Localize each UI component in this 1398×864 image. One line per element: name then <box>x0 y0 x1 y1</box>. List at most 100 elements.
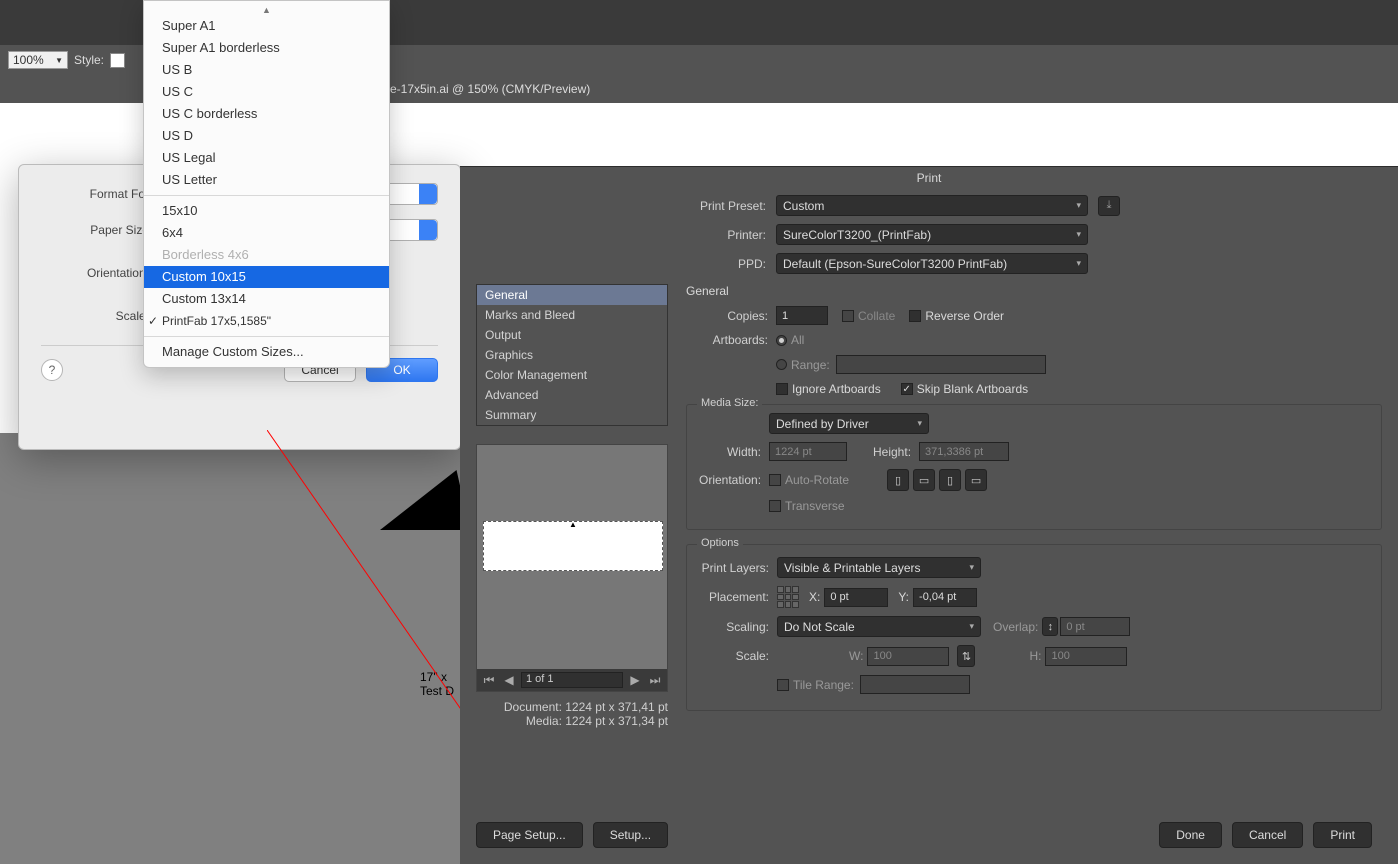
page-setup-button[interactable]: Page Setup... <box>476 822 583 848</box>
ppd-label: PPD: <box>476 257 776 271</box>
height-label: Height: <box>873 445 919 459</box>
print-preview: ⏮ ◀ 1 of 1 ▶ ⏭ <box>476 444 668 692</box>
sidebar-item-advanced[interactable]: Advanced <box>477 385 667 405</box>
print-layers-select[interactable]: Visible & Printable Layers <box>777 557 981 578</box>
style-label: Style: <box>74 53 104 67</box>
zoom-select[interactable]: 100%▼ <box>8 51 68 69</box>
save-preset-icon[interactable]: ⤓ <box>1098 196 1120 216</box>
overlap-input <box>1060 617 1130 636</box>
menu-item[interactable]: US Legal <box>144 147 389 169</box>
menu-item[interactable]: 15x10 <box>144 200 389 222</box>
menu-item[interactable]: Super A1 <box>144 15 389 37</box>
media-dimensions: Media: 1224 pt x 371,34 pt <box>476 714 668 728</box>
artboards-label: Artboards: <box>686 333 776 347</box>
manage-custom-sizes[interactable]: Manage Custom Sizes... <box>144 341 389 363</box>
pager-next-icon[interactable]: ▶ <box>627 672 643 688</box>
scale-pct-label: Scale: <box>699 649 777 663</box>
help-button[interactable]: ? <box>41 359 63 381</box>
orient-landscape-icon[interactable]: ▭ <box>913 469 935 491</box>
printer-label: Printer: <box>476 228 776 242</box>
print-section-list: General Marks and Bleed Output Graphics … <box>476 284 668 426</box>
menu-item-selected[interactable]: Custom 10x15 <box>144 266 389 288</box>
tile-range-label: Tile Range: <box>793 678 854 692</box>
skip-blank-label: Skip Blank Artboards <box>917 382 1028 396</box>
range-input <box>836 355 1046 374</box>
placement-y-label: Y: <box>898 590 909 604</box>
artwork-text: 17" x Test D <box>420 670 454 698</box>
menu-item-checked[interactable]: ✓PrintFab 17x5,1585" <box>144 310 389 332</box>
link-wh-icon[interactable]: ⇅ <box>957 645 975 667</box>
sidebar-item-marks[interactable]: Marks and Bleed <box>477 305 667 325</box>
menu-item[interactable]: US B <box>144 59 389 81</box>
auto-rotate-checkbox <box>769 474 781 486</box>
print-preset-label: Print Preset: <box>476 199 776 213</box>
print-dialog: Print Print Preset: Custom ⤓ Printer: Su… <box>460 166 1398 864</box>
placement-grid[interactable] <box>777 586 799 608</box>
menu-item[interactable]: 6x4 <box>144 222 389 244</box>
auto-rotate-label: Auto-Rotate <box>785 473 849 487</box>
printer-select[interactable]: SureColorT3200_(PrintFab) <box>776 224 1088 245</box>
print-layers-label: Print Layers: <box>699 561 777 575</box>
document-dimensions: Document: 1224 pt x 371,41 pt <box>476 700 668 714</box>
done-button[interactable]: Done <box>1159 822 1222 848</box>
artboards-all-label: All <box>791 333 804 347</box>
orient-landscape-rev-icon[interactable]: ▭ <box>965 469 987 491</box>
menu-scroll-up-icon[interactable]: ▲ <box>144 5 389 15</box>
media-size-select[interactable]: Defined by Driver <box>769 413 929 434</box>
media-size-legend: Media Size: <box>697 397 762 409</box>
placement-x-input[interactable] <box>824 588 888 607</box>
skip-blank-checkbox[interactable]: ✓ <box>901 383 913 395</box>
setup-button[interactable]: Setup... <box>593 822 668 848</box>
media-orientation-label: Orientation: <box>699 473 769 487</box>
menu-item-disabled: Borderless 4x6 <box>144 244 389 266</box>
sidebar-item-color[interactable]: Color Management <box>477 365 667 385</box>
ignore-artboards-checkbox[interactable] <box>776 383 788 395</box>
menu-item[interactable]: US C <box>144 81 389 103</box>
menu-item[interactable]: Custom 13x14 <box>144 288 389 310</box>
width-input <box>769 442 847 461</box>
orient-portrait-icon[interactable]: ▯ <box>887 469 909 491</box>
orient-portrait-rev-icon[interactable]: ▯ <box>939 469 961 491</box>
overlap-label: Overlap: <box>993 620 1038 634</box>
transverse-label: Transverse <box>785 499 845 513</box>
reverse-order-checkbox[interactable] <box>909 310 921 322</box>
sidebar-item-general[interactable]: General <box>477 285 667 305</box>
document-tab[interactable]: e-17x5in.ai @ 150% (CMYK/Preview) <box>390 82 590 96</box>
pager-display[interactable]: 1 of 1 <box>521 672 623 688</box>
tile-range-checkbox <box>777 679 789 691</box>
scale-w-input <box>867 647 949 666</box>
collate-checkbox <box>842 310 854 322</box>
options-legend: Options <box>697 537 743 549</box>
sidebar-item-graphics[interactable]: Graphics <box>477 345 667 365</box>
placement-x-label: X: <box>809 590 820 604</box>
copies-label: Copies: <box>686 309 776 323</box>
menu-item[interactable]: US D <box>144 125 389 147</box>
print-button[interactable]: Print <box>1313 822 1372 848</box>
width-label: Width: <box>699 445 769 459</box>
ppd-select[interactable]: Default (Epson-SureColorT3200 PrintFab) <box>776 253 1088 274</box>
overlap-stepper-icon: ↕ <box>1042 617 1058 636</box>
print-cancel-button[interactable]: Cancel <box>1232 822 1303 848</box>
sidebar-item-output[interactable]: Output <box>477 325 667 345</box>
copies-input[interactable] <box>776 306 828 325</box>
general-heading: General <box>686 284 1382 298</box>
style-swatch[interactable] <box>110 53 125 68</box>
placement-y-input[interactable] <box>913 588 977 607</box>
scale-w-label: W: <box>849 649 863 663</box>
reverse-order-label: Reverse Order <box>925 309 1004 323</box>
scaling-select[interactable]: Do Not Scale <box>777 616 981 637</box>
print-preset-select[interactable]: Custom <box>776 195 1088 216</box>
sidebar-item-summary[interactable]: Summary <box>477 405 667 425</box>
menu-item[interactable]: US Letter <box>144 169 389 191</box>
range-label: Range: <box>791 358 830 372</box>
scale-h-input <box>1045 647 1127 666</box>
height-input <box>919 442 1009 461</box>
pager-prev-icon[interactable]: ◀ <box>501 672 517 688</box>
ignore-artboards-label: Ignore Artboards <box>792 382 881 396</box>
collate-label: Collate <box>858 309 895 323</box>
menu-item[interactable]: US C borderless <box>144 103 389 125</box>
pager-first-icon[interactable]: ⏮ <box>481 672 497 688</box>
pager-last-icon[interactable]: ⏭ <box>647 672 663 688</box>
menu-item[interactable]: Super A1 borderless <box>144 37 389 59</box>
transverse-checkbox <box>769 500 781 512</box>
